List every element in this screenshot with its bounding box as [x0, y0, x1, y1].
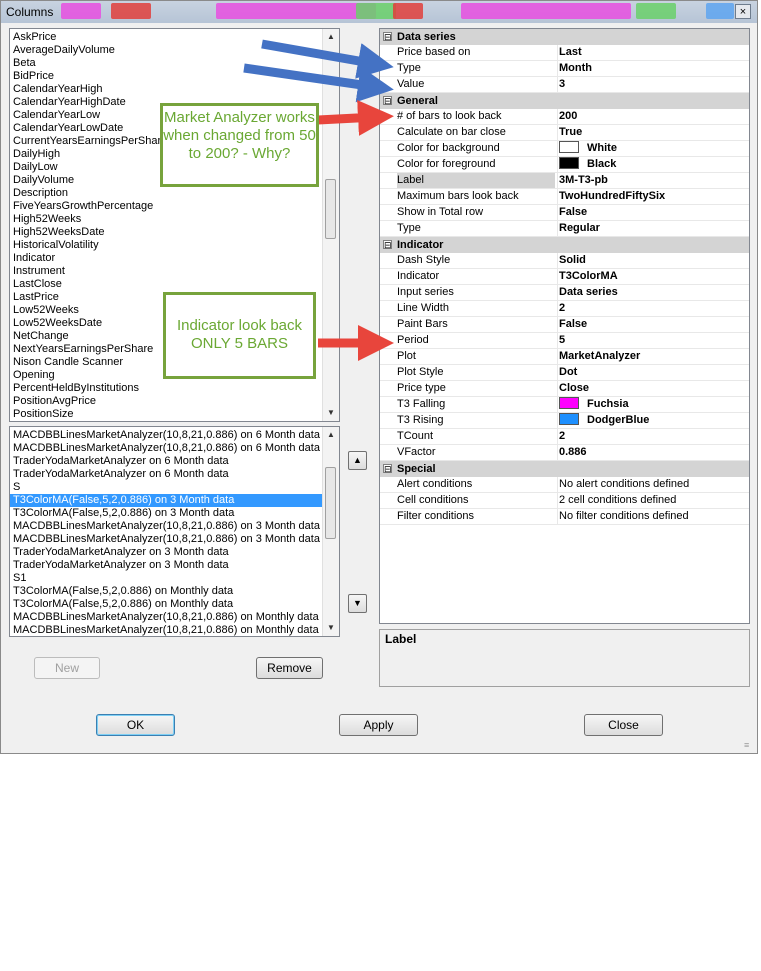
callout-indicator-look-back: Indicator look back ONLY 5 BARS [163, 292, 316, 379]
annotation-arrows [243, 39, 394, 361]
blue-arrow-type [261, 39, 394, 79]
callout-market-analyzer: Market Analyzer works when changed from … [160, 103, 319, 187]
blue-arrow-value [243, 63, 394, 103]
red-arrow-bars-look-back [317, 99, 394, 136]
